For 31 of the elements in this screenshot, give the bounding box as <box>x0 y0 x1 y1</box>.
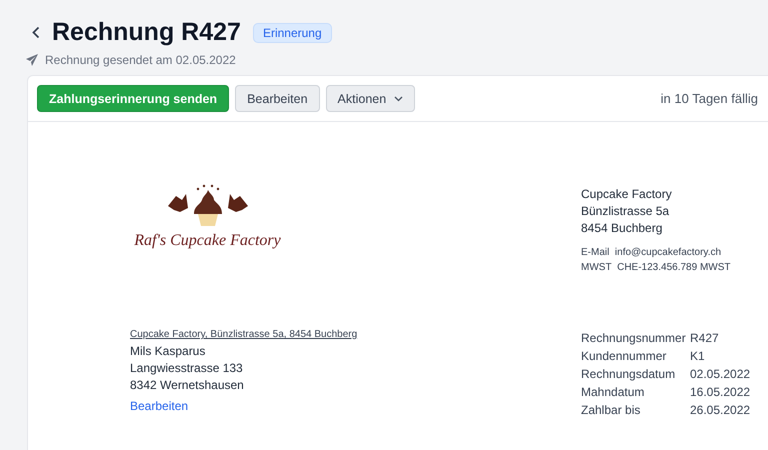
meta-value: K1 <box>690 349 706 364</box>
sender-contact: MWST CHE-123.456.789 MWST <box>581 261 732 275</box>
edit-link[interactable]: Bearbeiten <box>130 398 581 414</box>
meta-value: 26.05.2022 <box>690 403 752 418</box>
back-icon[interactable] <box>32 26 40 39</box>
sender-contact: E-Mail info@cupcakefactory.ch <box>581 246 722 260</box>
sender-address-line: 8454 Buchberg <box>581 220 664 237</box>
status-badge: Erinnerung <box>252 22 332 42</box>
paper-plane-icon <box>26 54 38 66</box>
meta-value: R427 <box>690 331 720 346</box>
return-address: Cupcake Factory, Bünzlistrasse 5a, 8454 Buchberg <box>130 328 358 342</box>
recipient-address-line: 8342 Wernetshausen <box>130 377 245 394</box>
meta-label: Rechnungsdatum <box>581 367 676 382</box>
meta-label: Rechnungsnummer <box>581 331 687 346</box>
toolbar-button[interactable]: Bearbeiten <box>235 85 320 112</box>
recipient-address-line: Mils Kasparus <box>130 343 206 360</box>
cupcake-logo-icon <box>166 184 250 228</box>
meta-label: Kundennummer <box>581 349 668 364</box>
page-title: Rechnung R427 <box>52 18 241 47</box>
sender-address-line: Cupcake Factory <box>581 186 673 203</box>
recipient-address-line: Langwiesstrasse 133 <box>130 360 244 377</box>
sent-info: Rechnung gesendet am 02.05.2022 <box>45 53 236 67</box>
sender-address-line: Bünzlistrasse 5a <box>581 203 670 220</box>
meta-label: Zahlbar bis <box>581 403 642 418</box>
meta-value: 16.05.2022 <box>690 385 752 400</box>
chevron-down-icon <box>394 96 404 102</box>
due-info: in 10 Tagen fällig <box>660 91 758 106</box>
meta-label: Mahndatum <box>581 385 646 400</box>
logo-text: Raf's Cupcake Factory <box>134 232 281 250</box>
actions-dropdown[interactable]: Aktionen <box>326 85 416 112</box>
meta-value: 02.05.2022 <box>690 367 752 382</box>
